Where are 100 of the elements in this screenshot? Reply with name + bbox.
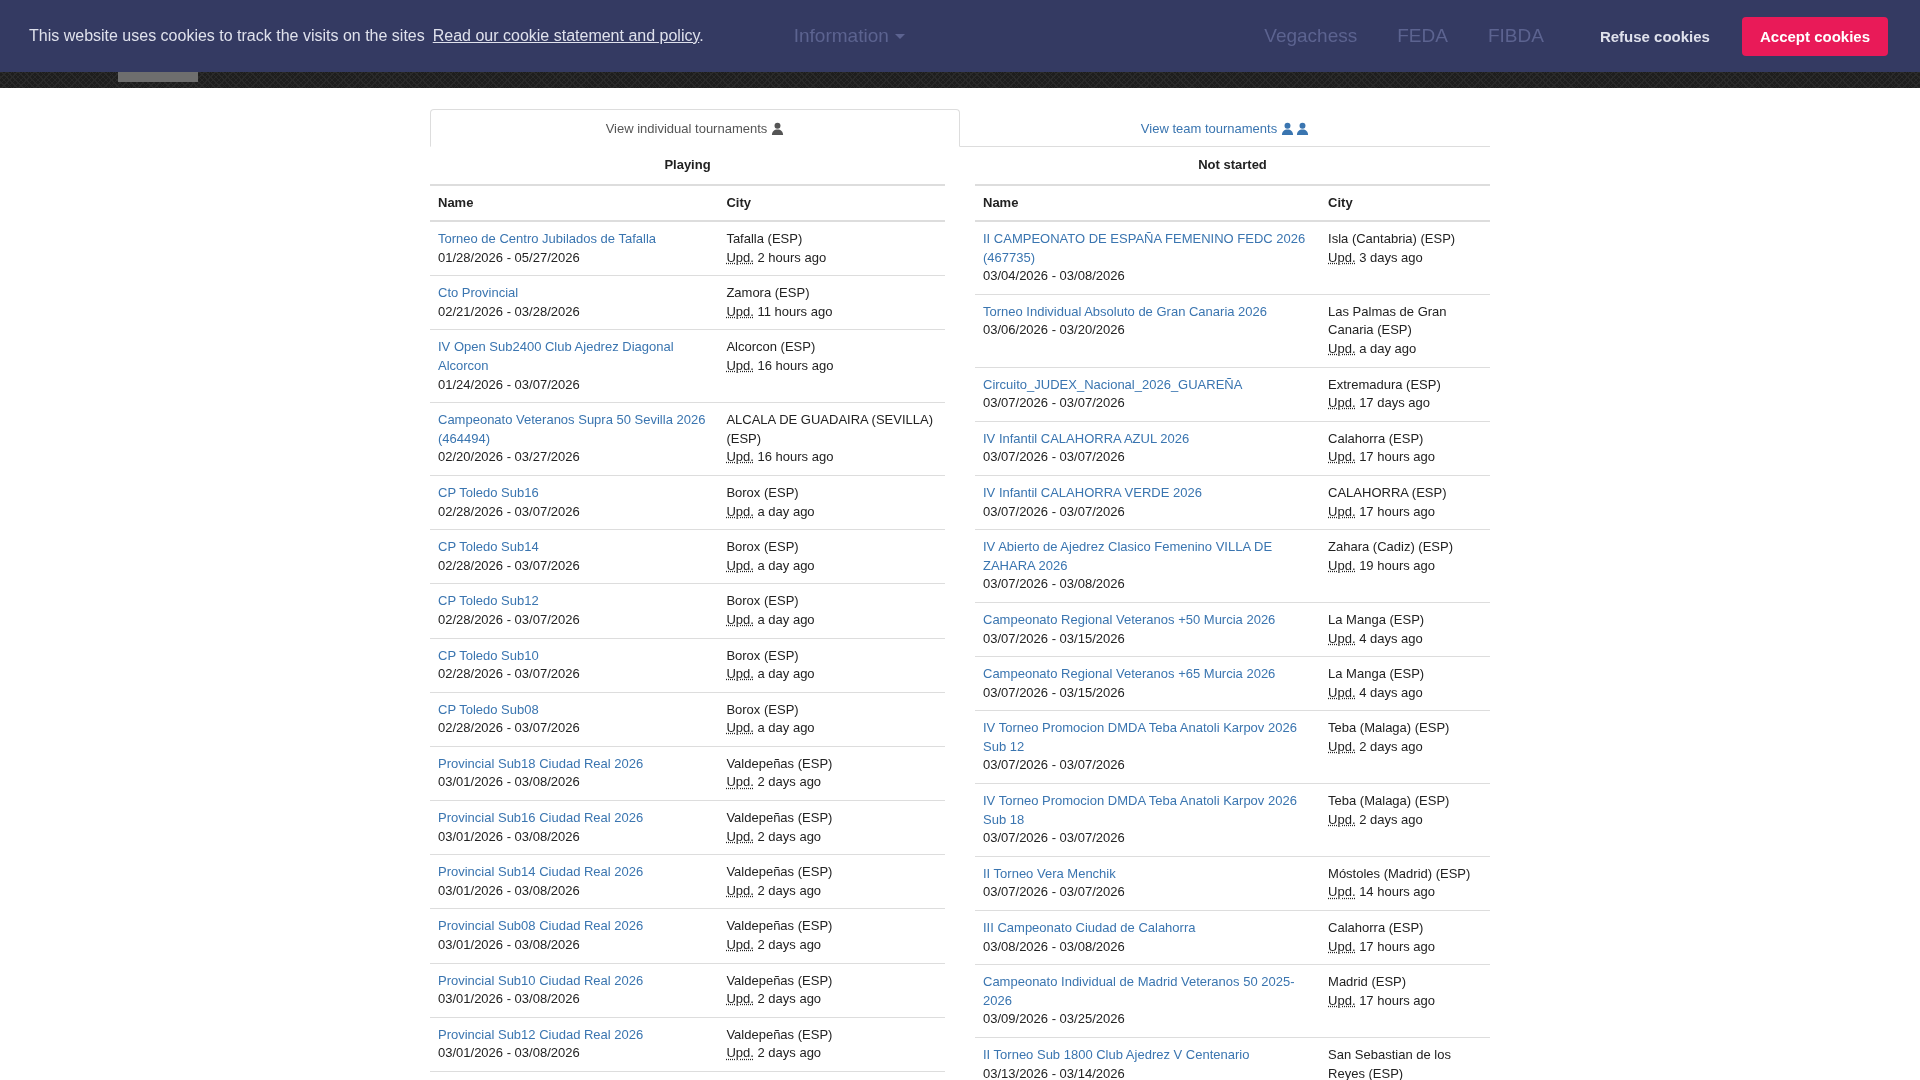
tournament-link[interactable]: Provincial Sub08 Ciudad Real 2026 [438, 917, 711, 937]
cookie-policy-link[interactable]: Read our cookie statement and policy [432, 27, 700, 44]
update-time: 2 days ago [757, 937, 822, 953]
cookie-message-period: . [699, 27, 704, 44]
update-time: 2 days ago [1359, 738, 1423, 754]
update-time: 17 hours ago [1359, 449, 1436, 465]
tournament-link[interactable]: III Campeonato Ciudad de Calahorra [983, 919, 1313, 938]
date-range: 02/28/2026 - 03/07/2026 [438, 611, 580, 627]
updated-abbreviation: Upd. [726, 1045, 754, 1061]
column-header: City [718, 185, 945, 221]
tournament-link[interactable]: CP Toledo Sub12 [438, 592, 711, 611]
update-time: 2 days ago [757, 991, 822, 1007]
updated-abbreviation: Upd. [1328, 938, 1356, 954]
city-text: Valdepeñas (ESP) [726, 810, 833, 826]
person-icon [1296, 122, 1310, 135]
update-time: a day ago [757, 503, 815, 519]
city-text: Valdepeñas (ESP) [726, 1026, 833, 1042]
updated-abbreviation: Upd. [1328, 738, 1356, 754]
city-text: Borox (ESP) [726, 593, 799, 609]
tournament-link[interactable]: Provincial Sub12 Ciudad Real 2026 [438, 1025, 711, 1045]
updated-abbreviation: Upd. [726, 611, 754, 627]
refuse-cookies-button[interactable]: Refuse cookies [1583, 17, 1726, 55]
tournament-link[interactable]: IV Torneo Promocion DMDA Teba Anatoli Karpov 2026 Sub 18 [983, 792, 1313, 830]
updated-abbreviation: Upd. [1328, 395, 1356, 411]
table-title: Playing [663, 156, 712, 174]
city-text: Calahorra (ESP) [1328, 920, 1424, 936]
tournament-tab[interactable]: View team tournaments [960, 109, 1490, 147]
date-range: 03/07/2026 - 03/07/2026 [983, 503, 1125, 519]
city-text: Las Palmas de Gran Canaria (ESP) [1328, 303, 1447, 338]
tournament-link[interactable]: IV Torneo Promocion DMDA Teba Anatoli Karpov 2026 Sub 12 [983, 719, 1313, 757]
city-text: Madrid (ESP) [1328, 974, 1407, 990]
update-time: 2 days ago [757, 828, 822, 844]
tournament-link[interactable]: IV Abierto de Ajedrez Clasico Femenino VILLA DE ZAHARA 2026 [983, 538, 1313, 576]
city-text: Borox (ESP) [726, 701, 799, 717]
tournament-link[interactable]: CP Toledo Sub16 [438, 483, 711, 503]
tournament-tab[interactable]: View individual tournaments [430, 109, 960, 147]
date-range: 03/01/2026 - 03/08/2026 [438, 937, 580, 953]
city-text: Borox (ESP) [726, 647, 799, 663]
tournament-link[interactable]: IV Open Sub2400 Club Ajedrez Diagonal Alcorcon [438, 338, 711, 376]
city-text: Valdepeñas (ESP) [726, 918, 833, 934]
city-text: La Manga (ESP) [1328, 611, 1425, 627]
date-range: 03/07/2026 - 03/07/2026 [983, 449, 1125, 465]
city-text: La Manga (ESP) [1328, 666, 1425, 682]
city-text: Zahara (Cadiz) (ESP) [1328, 539, 1454, 555]
update-time: a day ago [1359, 340, 1417, 356]
tournament-link[interactable]: Circuito_JUDEX_Nacional_2026_GUAREÑA [983, 375, 1313, 395]
tournament-link[interactable]: CP Toledo Sub10 [438, 646, 711, 666]
tournament-link[interactable]: IV Infantil CALAHORRA VERDE 2026 [983, 483, 1313, 503]
person-icon [1281, 122, 1295, 135]
tournament-link[interactable]: Provincial Sub16 Ciudad Real 2026 [438, 809, 711, 828]
tournament-link[interactable]: CP Toledo Sub08 [438, 700, 711, 720]
tournament-link[interactable]: Torneo de Centro Jubilados de Tafalla [438, 230, 711, 249]
updated-abbreviation: Upd. [1328, 630, 1356, 646]
tournament-link[interactable]: Campeonato Regional Veteranos +65 Murcia 2026 [983, 665, 1313, 684]
tournament-link[interactable]: CP Toledo Sub14 [438, 538, 711, 557]
table-title: Not started [1197, 156, 1268, 174]
updated-abbreviation: Upd. [726, 828, 754, 844]
tournament-link[interactable]: Cto Provincial [438, 284, 711, 303]
date-range: 01/28/2026 - 05/27/2026 [438, 249, 580, 265]
updated-abbreviation: Upd. [726, 249, 754, 265]
update-time: a day ago [757, 666, 815, 682]
tournament-link[interactable]: Provincial Sub10 Ciudad Real 2026 [438, 971, 711, 991]
updated-abbreviation: Upd. [726, 449, 754, 465]
updated-abbreviation: Upd. [1328, 811, 1356, 827]
tournament-link[interactable]: Campeonato Individual de Madrid Veteranos 50 2025-2026 [983, 973, 1313, 1011]
city-text: Valdepeñas (ESP) [726, 864, 833, 880]
tournament-link[interactable]: II Torneo Vera Menchik [983, 864, 1313, 884]
update-time: 2 days ago [757, 774, 822, 790]
updated-abbreviation: Upd. [1328, 884, 1356, 900]
date-range: 03/08/2026 - 03/08/2026 [983, 938, 1125, 954]
cookie-message: This website uses cookies to track the visits on the sites [29, 27, 425, 44]
updated-abbreviation: Upd. [726, 503, 754, 519]
updated-abbreviation: Upd. [1328, 340, 1356, 356]
update-time: a day ago [757, 557, 815, 573]
updated-abbreviation: Upd. [726, 557, 754, 573]
date-range: 03/13/2026 - 03/14/2026 [983, 1065, 1125, 1080]
date-range: 02/20/2026 - 03/27/2026 [438, 449, 580, 465]
updated-abbreviation: Upd. [1328, 449, 1356, 465]
column-header: Name [975, 185, 1321, 221]
tournament-link[interactable]: Provincial Sub14 Ciudad Real 2026 [438, 863, 711, 882]
tournament-link[interactable]: Campeonato Veteranos Supra 50 Sevilla 2026 (464494) [438, 411, 711, 449]
city-text: Móstoles (Madrid) (ESP) [1328, 865, 1471, 881]
column-header: City [1320, 185, 1490, 221]
update-time: 4 days ago [1359, 630, 1423, 646]
tournament-link[interactable]: IV Infantil CALAHORRA AZUL 2026 [983, 429, 1313, 449]
tournament-link[interactable]: II CAMPEONATO DE ESPAÑA FEMENINO FEDC 2026 (467735) [983, 230, 1313, 268]
date-range: 01/24/2026 - 03/07/2026 [438, 376, 580, 392]
city-text: Borox (ESP) [726, 539, 799, 555]
updated-abbreviation: Upd. [726, 774, 754, 790]
tournament-link[interactable]: II Torneo Sub 1800 Club Ajedrez V Centenario [983, 1046, 1313, 1065]
date-range: 03/07/2026 - 03/08/2026 [983, 576, 1125, 592]
tournament-link[interactable]: Torneo Individual Absoluto de Gran Canaria 2026 [983, 302, 1313, 322]
accept-cookies-button[interactable]: Accept cookies [1741, 16, 1888, 56]
tournament-link[interactable]: Provincial Sub18 Ciudad Real 2026 [438, 754, 711, 774]
date-range: 02/28/2026 - 03/07/2026 [438, 557, 580, 573]
updated-abbreviation: Upd. [1328, 503, 1356, 519]
update-time: 19 hours ago [1359, 557, 1436, 573]
update-time: 16 hours ago [757, 449, 834, 465]
city-text: Teba (Malaga) (ESP) [1328, 793, 1450, 809]
tournament-link[interactable]: Campeonato Regional Veteranos +50 Murcia 2026 [983, 610, 1313, 630]
